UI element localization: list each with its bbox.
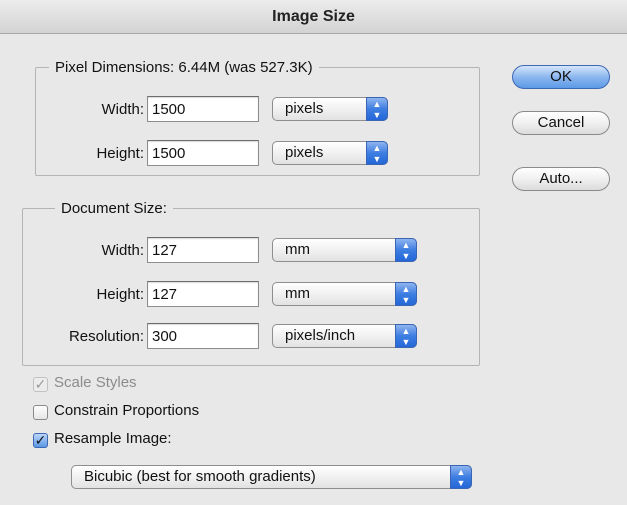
resample-method-select[interactable]: Bicubic (best for smooth gradients) ▲ ▼ — [71, 465, 472, 489]
resample-image-checkbox[interactable]: ✓ — [33, 433, 48, 448]
doc-height-unit-value: mm — [285, 285, 310, 302]
resolution-field[interactable]: 300 — [147, 323, 259, 349]
doc-width-unit-value: mm — [285, 241, 310, 258]
pixel-width-field[interactable]: 1500 — [147, 96, 259, 122]
pixel-height-field[interactable]: 1500 — [147, 140, 259, 166]
stepper-arrows-icon: ▲ ▼ — [395, 238, 417, 262]
constrain-proportions-checkbox[interactable] — [33, 405, 48, 420]
scale-styles-label: Scale Styles — [54, 374, 137, 391]
resolution-label: Resolution: — [68, 328, 144, 345]
resolution-unit-select[interactable]: pixels/inch ▲ ▼ — [272, 324, 417, 348]
doc-height-label: Height: — [96, 286, 144, 303]
pixel-height-unit-select[interactable]: pixels ▲ ▼ — [272, 141, 388, 165]
document-size-legend: Document Size: — [55, 200, 173, 217]
doc-height-field[interactable]: 127 — [147, 281, 259, 307]
resample-image-label: Resample Image: — [54, 430, 172, 447]
pixel-width-label: Width: — [101, 101, 144, 118]
scale-styles-checkbox[interactable]: ✓ — [33, 377, 48, 392]
constrain-proportions-label: Constrain Proportions — [54, 402, 200, 419]
cancel-button[interactable]: Cancel — [512, 111, 610, 135]
doc-width-label: Width: — [101, 242, 144, 259]
stepper-arrows-icon: ▲ ▼ — [366, 141, 388, 165]
stepper-arrows-icon: ▲ ▼ — [395, 324, 417, 348]
resolution-unit-value: pixels/inch — [285, 327, 356, 344]
resample-method-value: Bicubic (best for smooth gradients) — [84, 468, 316, 485]
pixel-width-unit-select[interactable]: pixels ▲ ▼ — [272, 97, 388, 121]
auto-button[interactable]: Auto... — [512, 167, 610, 191]
pixel-height-unit-value: pixels — [285, 144, 324, 161]
doc-height-unit-select[interactable]: mm ▲ ▼ — [272, 282, 417, 306]
doc-width-field[interactable]: 127 — [147, 237, 259, 263]
stepper-arrows-icon: ▲ ▼ — [395, 282, 417, 306]
window-title: Image Size — [0, 0, 627, 34]
doc-width-unit-select[interactable]: mm ▲ ▼ — [272, 238, 417, 262]
pixel-dimensions-legend: Pixel Dimensions: 6.44M (was 527.3K) — [49, 59, 319, 76]
pixel-width-unit-value: pixels — [285, 100, 324, 117]
stepper-arrows-icon: ▲ ▼ — [366, 97, 388, 121]
pixel-height-label: Height: — [96, 145, 144, 162]
stepper-arrows-icon: ▲ ▼ — [450, 465, 472, 489]
ok-button[interactable]: OK — [512, 65, 610, 89]
